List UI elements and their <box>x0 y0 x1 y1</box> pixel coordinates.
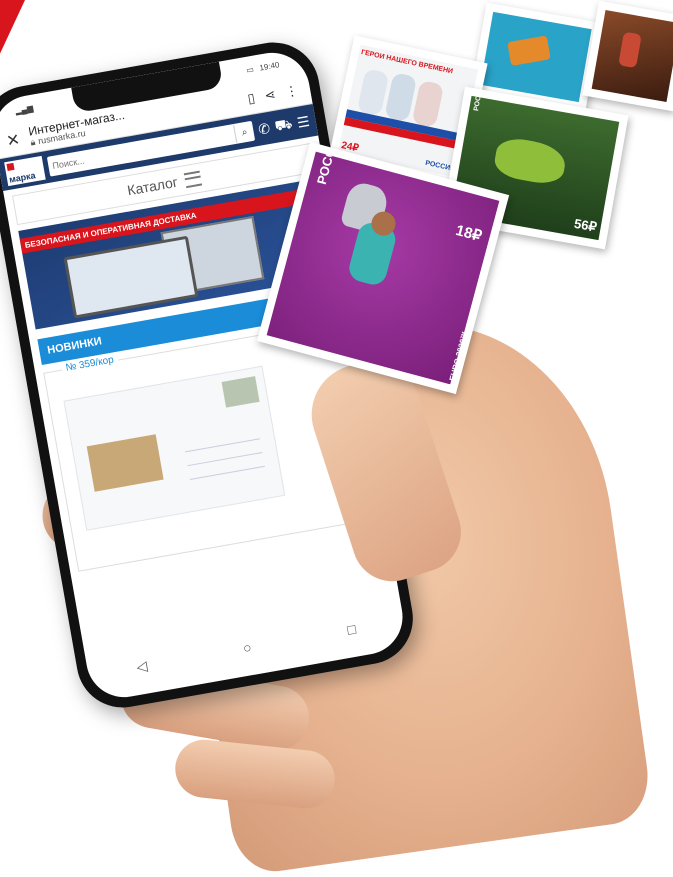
more-icon[interactable]: ⋮ <box>284 82 300 100</box>
envelope-stamp <box>221 376 260 408</box>
address-line <box>185 438 261 453</box>
laptop-image <box>63 235 199 319</box>
hamburger-menu-icon[interactable]: ☰ <box>296 112 311 131</box>
news-label: НОВИНКИ <box>46 335 103 357</box>
status-time: 19:40 <box>258 59 281 73</box>
back-icon[interactable]: ◁ <box>135 657 149 676</box>
balalaika-image <box>507 35 551 66</box>
close-icon[interactable]: ✕ <box>5 129 22 151</box>
home-icon[interactable]: ○ <box>242 639 253 656</box>
signal-icon: ▂▄▆ <box>14 103 34 116</box>
painting-stamp <box>582 0 673 112</box>
phone-icon[interactable]: ✆ <box>257 119 272 138</box>
address-line <box>187 452 263 467</box>
recents-icon[interactable]: □ <box>346 621 357 638</box>
logo-text: марка <box>8 170 37 185</box>
envelope-illustration <box>86 434 164 492</box>
euro-country: РОССИЯ <box>313 151 343 187</box>
doctor-figure <box>356 68 390 117</box>
menu-icon <box>184 170 203 188</box>
painting-figure <box>618 31 642 69</box>
frog-value: 56₽ <box>572 215 598 235</box>
search-icon[interactable]: ⌕ <box>233 121 256 143</box>
frog-image <box>492 135 569 187</box>
frog-country: РОССИЯ <box>473 95 486 112</box>
battery-icon: ▭ <box>245 64 255 75</box>
euro-value: 18₽ <box>453 221 484 246</box>
site-logo[interactable]: марка <box>4 155 46 187</box>
share-icon[interactable]: ⋖ <box>263 86 277 104</box>
corner-arrow-decoration <box>0 0 25 100</box>
address-line <box>189 465 265 481</box>
envelope-image <box>63 365 286 531</box>
doctor-figure <box>411 79 445 128</box>
bookmark-icon[interactable]: ▯ <box>246 90 256 107</box>
catalog-label: Каталог <box>126 173 179 199</box>
lock-icon: 🔒︎ <box>29 136 37 148</box>
cart-icon[interactable]: ⛟ <box>273 115 294 137</box>
